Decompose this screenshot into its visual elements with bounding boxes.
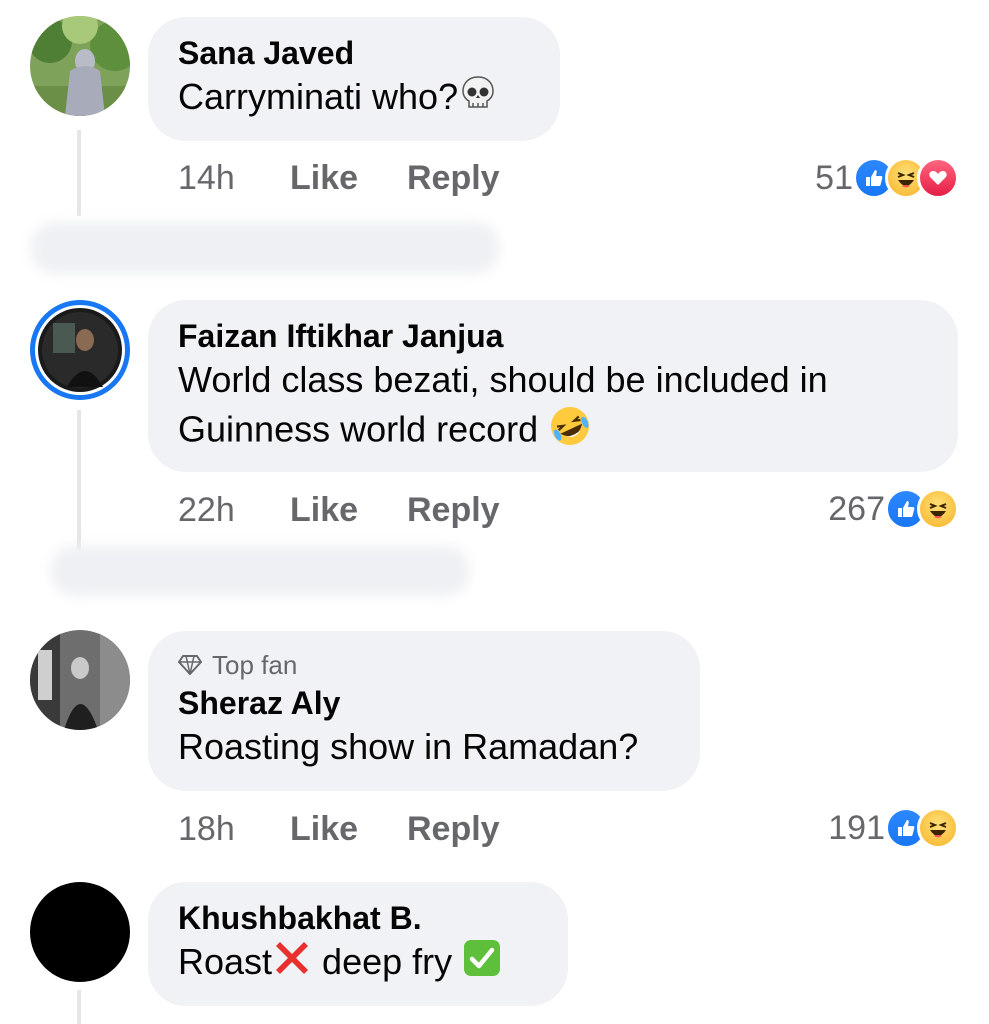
avatar-photo [38, 308, 122, 392]
reaction-count: 51 [815, 158, 853, 197]
reply-button[interactable]: Reply [407, 158, 500, 198]
comment-text: Roast deep fry [178, 938, 538, 990]
top-fan-badge: Top fan [178, 649, 670, 681]
blurred-region [30, 222, 500, 274]
avatar[interactable] [30, 630, 130, 730]
reply-button[interactable]: Reply [407, 809, 500, 849]
check-mark-button-icon [462, 938, 502, 990]
author-name[interactable]: Sheraz Aly [178, 683, 670, 723]
reaction-summary[interactable]: 51 [815, 157, 959, 199]
comment-bubble[interactable]: Top fan Sheraz Aly Roasting show in Rama… [148, 631, 700, 791]
author-name[interactable]: Faizan Iftikhar Janjua [178, 316, 928, 356]
author-name[interactable]: Sana Javed [178, 33, 530, 73]
like-button[interactable]: Like [290, 158, 407, 198]
comment-text-body: Guinness world record [178, 408, 539, 450]
reaction-count: 267 [828, 489, 885, 528]
avatar-photo [30, 630, 130, 730]
blurred-region [50, 546, 470, 596]
rolling-on-floor-laughing-icon [548, 404, 592, 460]
reply-button[interactable]: Reply [407, 490, 500, 530]
avatar[interactable] [30, 16, 130, 116]
comment-bubble[interactable]: Sana Javed Carryminati who? [148, 17, 560, 141]
comment-text-part2: deep fry [312, 941, 453, 982]
comment-meta: 18h Like Reply [178, 809, 500, 849]
cross-mark-icon [272, 938, 312, 990]
comment-bubble[interactable]: Faizan Iftikhar Janjua World class bezat… [148, 300, 958, 472]
diamond-icon [178, 655, 202, 675]
comment-meta: 22h Like Reply [178, 490, 500, 530]
love-reaction-icon [917, 157, 959, 199]
reaction-count: 191 [828, 808, 885, 847]
author-name[interactable]: Khushbakhat B. [178, 898, 538, 938]
reaction-summary[interactable]: 191 [828, 807, 959, 849]
thread-line [77, 410, 81, 550]
thread-line [77, 990, 81, 1024]
comment-meta: 14h Like Reply [178, 158, 500, 198]
comment-text: Roasting show in Ramadan? [178, 726, 639, 767]
timestamp[interactable]: 14h [178, 158, 290, 198]
comment-text-part1: Roast [178, 941, 273, 982]
thread-line [77, 130, 81, 216]
like-button[interactable]: Like [290, 490, 407, 530]
comment-text: Carryminati who? [178, 73, 530, 125]
haha-reaction-icon [917, 807, 959, 849]
avatar-photo [30, 16, 130, 116]
comment-bubble[interactable]: Khushbakhat B. Roast deep fry [148, 882, 568, 1006]
top-fan-label: Top fan [212, 650, 298, 680]
comment-text-body: Carryminati who? [178, 76, 459, 117]
avatar[interactable] [30, 300, 130, 400]
skull-icon [458, 73, 498, 125]
timestamp[interactable]: 18h [178, 809, 290, 849]
comment-text-line1: World class bezati, should be included i… [178, 359, 828, 400]
like-button[interactable]: Like [290, 809, 407, 849]
haha-reaction-icon [917, 488, 959, 530]
reaction-summary[interactable]: 267 [828, 488, 959, 530]
comment-text-line2: Guinness world record [178, 404, 928, 460]
timestamp[interactable]: 22h [178, 490, 290, 530]
avatar[interactable] [30, 882, 130, 982]
